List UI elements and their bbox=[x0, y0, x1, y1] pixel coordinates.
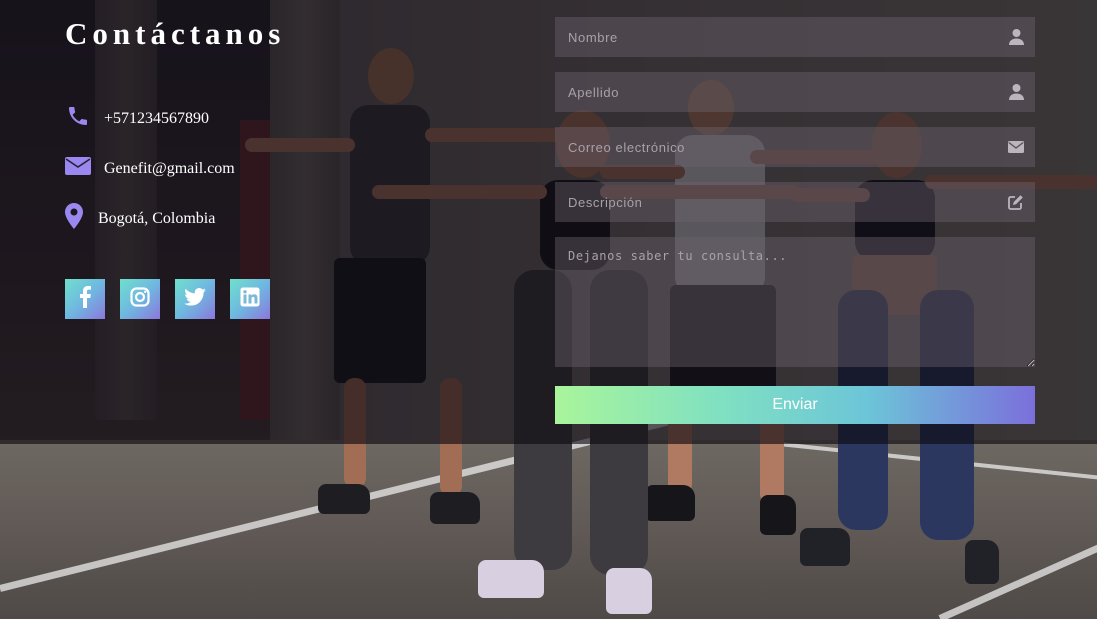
location-text: Bogotá, Colombia bbox=[98, 210, 216, 227]
edit-icon bbox=[1007, 193, 1025, 211]
linkedin-icon bbox=[240, 287, 260, 312]
map-marker-icon bbox=[65, 203, 83, 229]
email-field-wrapper bbox=[555, 127, 1035, 167]
instagram-icon bbox=[130, 286, 150, 312]
location-row: Bogotá, Colombia bbox=[65, 203, 215, 229]
email-row: Genefit@gmail.com bbox=[65, 153, 235, 179]
first-name-field-wrapper bbox=[555, 17, 1035, 57]
email-link[interactable]: Genefit@gmail.com bbox=[104, 160, 235, 178]
submit-button[interactable]: Enviar bbox=[555, 386, 1035, 424]
facebook-button[interactable] bbox=[65, 279, 105, 319]
twitter-button[interactable] bbox=[175, 279, 215, 319]
twitter-icon bbox=[184, 287, 206, 311]
email-input[interactable] bbox=[555, 127, 1035, 167]
description-input[interactable] bbox=[555, 182, 1035, 222]
message-field-wrapper bbox=[555, 237, 1035, 367]
last-name-input[interactable] bbox=[555, 72, 1035, 112]
envelope-icon bbox=[1007, 138, 1025, 156]
page-title: Contáctanos bbox=[65, 16, 286, 51]
facebook-icon bbox=[78, 285, 92, 313]
phone-link[interactable]: +571234567890 bbox=[104, 110, 209, 128]
phone-row: +571234567890 bbox=[65, 103, 209, 129]
phone-icon bbox=[65, 103, 91, 129]
message-textarea[interactable] bbox=[555, 237, 1035, 367]
first-name-input[interactable] bbox=[555, 17, 1035, 57]
linkedin-button[interactable] bbox=[230, 279, 270, 319]
user-icon bbox=[1007, 28, 1025, 46]
user-icon bbox=[1007, 83, 1025, 101]
last-name-field-wrapper bbox=[555, 72, 1035, 112]
instagram-button[interactable] bbox=[120, 279, 160, 319]
description-field-wrapper bbox=[555, 182, 1035, 222]
envelope-icon bbox=[65, 153, 91, 179]
contact-page: Contáctanos +571234567890 Genefit@gmail.… bbox=[0, 0, 1097, 619]
